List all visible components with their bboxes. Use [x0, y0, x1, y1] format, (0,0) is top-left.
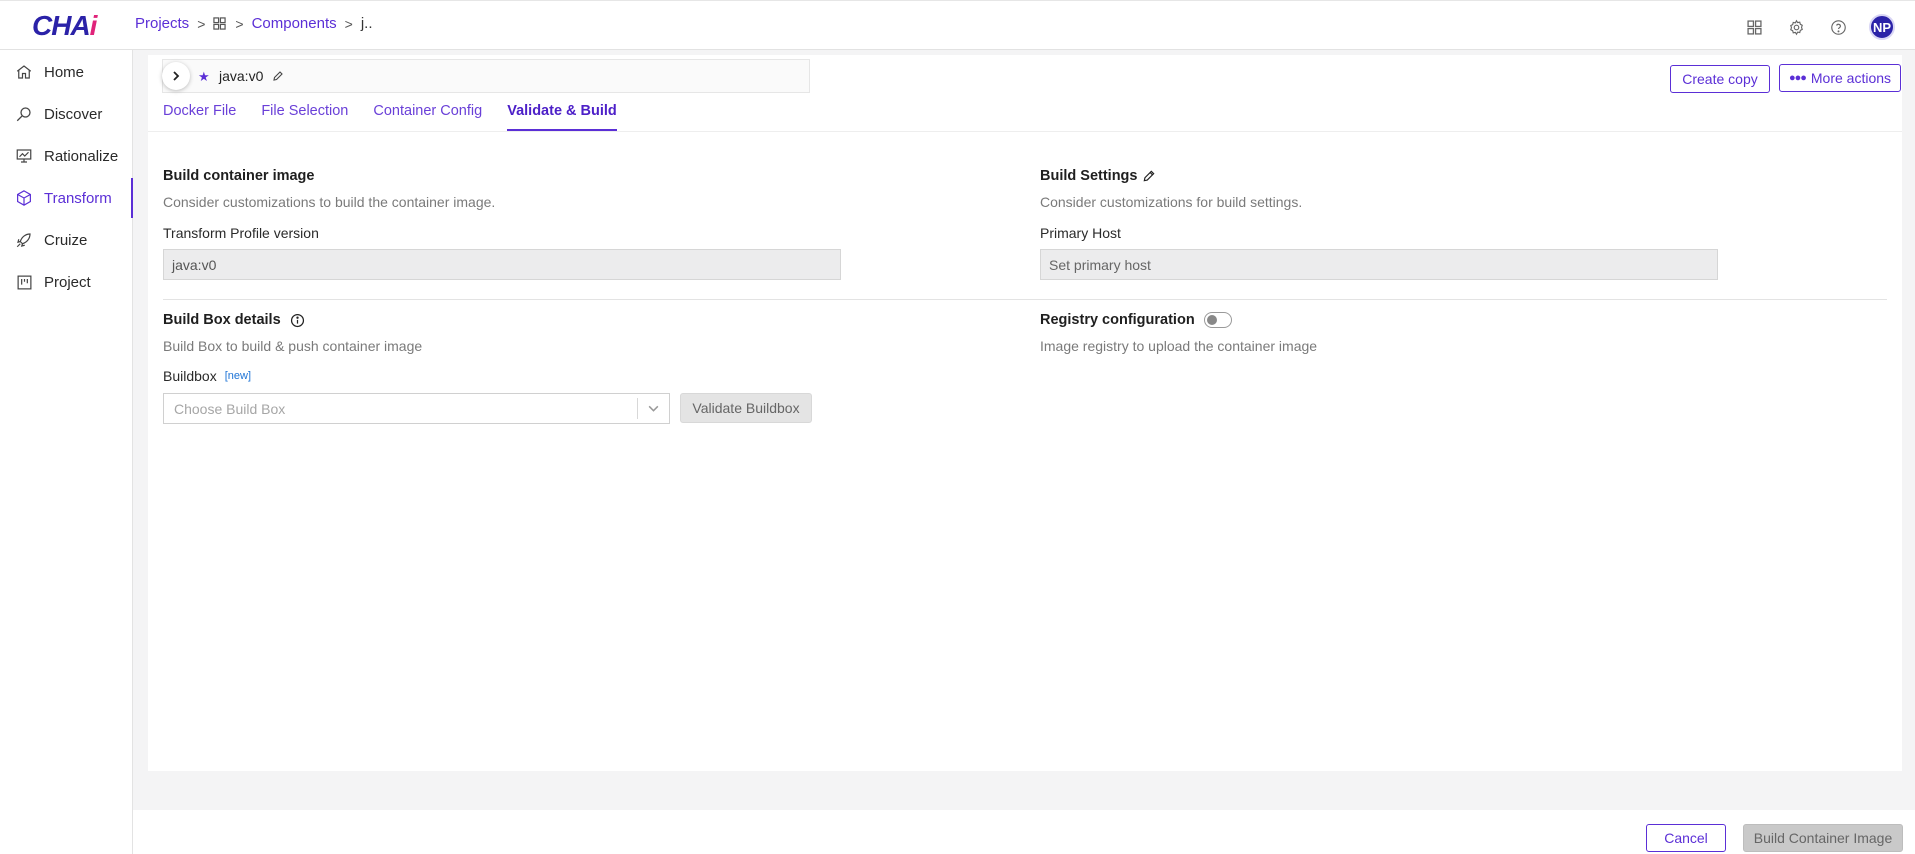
- validate-buildbox-button[interactable]: Validate Buildbox: [680, 393, 812, 423]
- rationalize-icon: [14, 146, 34, 166]
- tabs-divider: [148, 131, 1902, 132]
- main-area: ★ java:v0 Create copy ●●● More actions D…: [133, 50, 1915, 810]
- registry-title: Registry configuration: [1040, 312, 1232, 328]
- registry-subtitle: Image registry to upload the container i…: [1040, 338, 1318, 354]
- tab-container-config[interactable]: Container Config: [373, 97, 482, 131]
- sidebar-item-transform[interactable]: Transform: [0, 178, 134, 218]
- more-dots-icon: ●●●: [1788, 72, 1807, 84]
- build-settings-title: Build Settings: [1040, 168, 1156, 184]
- content-panel: ★ java:v0 Create copy ●●● More actions D…: [148, 55, 1902, 771]
- build-box-subtitle: Build Box to build & push container imag…: [163, 338, 423, 354]
- breadcrumb-components[interactable]: Components: [252, 15, 337, 32]
- home-icon: [14, 62, 34, 82]
- buildbox-label: Buildbox [new]: [163, 368, 251, 384]
- cancel-button[interactable]: Cancel: [1646, 824, 1726, 852]
- sidebar-item-project[interactable]: Project: [0, 262, 133, 302]
- sidebar-item-home[interactable]: Home: [0, 52, 133, 92]
- profile-version-field: java:v0: [163, 249, 841, 280]
- help-icon[interactable]: [1827, 16, 1849, 38]
- sidebar-item-label: Discover: [44, 105, 103, 123]
- pencil-icon[interactable]: [1142, 169, 1156, 183]
- apps-grid-icon[interactable]: [1743, 16, 1765, 38]
- breadcrumb-current: j..: [360, 15, 373, 32]
- breadcrumb-separator: >: [197, 15, 206, 32]
- user-avatar[interactable]: NP: [1869, 14, 1895, 40]
- profile-name-bar: ★ java:v0: [162, 59, 810, 93]
- more-actions-button[interactable]: ●●● More actions: [1779, 64, 1901, 92]
- sidebar-item-label: Project: [44, 273, 91, 291]
- sidebar-item-label: Transform: [44, 189, 112, 207]
- registry-toggle[interactable]: [1203, 312, 1232, 328]
- breadcrumb: Projects > > Components > j..: [135, 15, 372, 32]
- project-icon: [14, 272, 34, 292]
- build-image-subtitle: Consider customizations to build the con…: [163, 194, 496, 210]
- sidebar-item-discover[interactable]: Discover: [0, 94, 133, 134]
- top-header: CHAi Projects > > Components > j.. NP: [0, 0, 1915, 50]
- sidebar-item-label: Cruize: [44, 231, 88, 249]
- tab-docker-file[interactable]: Docker File: [163, 97, 236, 131]
- discover-icon: [14, 104, 34, 124]
- tab-bar: Docker File File Selection Container Con…: [163, 97, 642, 131]
- tab-validate-build[interactable]: Validate & Build: [507, 97, 617, 131]
- buildbox-select[interactable]: Choose Build Box: [163, 393, 670, 424]
- build-container-image-button[interactable]: Build Container Image: [1743, 824, 1903, 852]
- more-actions-label: More actions: [1810, 70, 1892, 86]
- sidebar-item-cruize[interactable]: Cruize: [0, 220, 133, 260]
- chevron-down-icon[interactable]: [637, 398, 669, 419]
- buildbox-label-text: Buildbox: [163, 368, 217, 384]
- expand-button[interactable]: [162, 62, 190, 90]
- app-logo[interactable]: CHAi: [32, 10, 97, 42]
- breadcrumb-separator: >: [344, 15, 353, 32]
- header-icons: NP: [1743, 14, 1895, 40]
- primary-host-label: Primary Host: [1040, 225, 1121, 241]
- tab-file-selection[interactable]: File Selection: [261, 97, 348, 131]
- build-settings-title-text: Build Settings: [1040, 168, 1138, 184]
- info-icon[interactable]: [290, 313, 305, 328]
- grid-icon[interactable]: [213, 16, 227, 31]
- new-badge: [new]: [224, 370, 251, 382]
- breadcrumb-separator: >: [235, 15, 244, 32]
- edit-icon[interactable]: [272, 69, 284, 85]
- star-icon: ★: [198, 69, 210, 84]
- sidebar-item-label: Rationalize: [44, 147, 119, 165]
- transform-icon: [14, 188, 34, 208]
- build-settings-subtitle: Consider customizations for build settin…: [1040, 194, 1303, 210]
- build-box-title: Build Box details: [163, 312, 305, 328]
- sidebar-item-rationalize[interactable]: Rationalize: [0, 136, 133, 176]
- create-copy-button[interactable]: Create copy: [1670, 65, 1770, 93]
- breadcrumb-projects[interactable]: Projects: [135, 15, 189, 32]
- build-box-title-text: Build Box details: [163, 312, 281, 328]
- build-image-title: Build container image: [163, 168, 315, 184]
- cruize-icon: [14, 230, 34, 250]
- profile-version-label: Transform Profile version: [163, 225, 319, 241]
- profile-name: java:v0: [219, 68, 264, 84]
- section-divider: [163, 299, 1887, 300]
- gear-icon[interactable]: [1785, 16, 1807, 38]
- primary-host-input[interactable]: Set primary host: [1040, 249, 1718, 280]
- registry-title-text: Registry configuration: [1040, 312, 1195, 328]
- sidebar-item-label: Home: [44, 63, 85, 81]
- buildbox-select-placeholder: Choose Build Box: [174, 400, 286, 417]
- sidebar: Home Discover Rationalize Transform Crui…: [0, 50, 134, 854]
